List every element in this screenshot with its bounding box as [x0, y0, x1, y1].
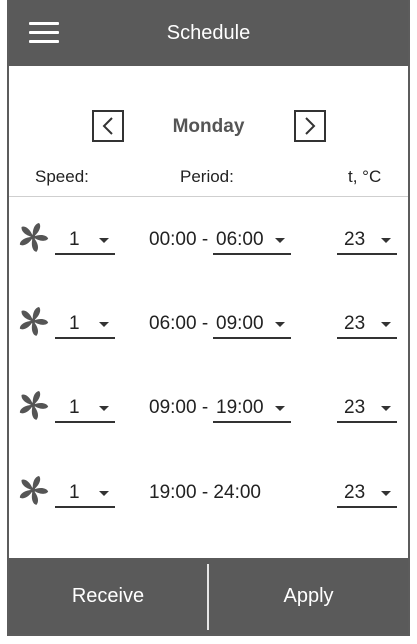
caret-down-icon — [99, 491, 109, 496]
temp-value: 23 — [344, 482, 366, 503]
temp-dropdown[interactable]: 23 — [337, 303, 397, 339]
temp-dropdown[interactable]: 23 — [337, 387, 397, 423]
period-end-value: 19:00 — [216, 397, 264, 418]
period-end-dropdown[interactable]: 09:00 — [213, 303, 291, 339]
speed-dropdown[interactable]: 1 — [55, 219, 115, 255]
period-range: 19:00 - 24:00 — [149, 482, 261, 503]
temp-dropdown[interactable]: 23 — [337, 472, 397, 508]
caret-down-icon — [275, 238, 285, 243]
temp-value: 23 — [344, 229, 366, 250]
day-label: Monday — [172, 116, 245, 137]
caret-down-icon — [381, 322, 391, 327]
speed-dropdown[interactable]: 1 — [55, 387, 115, 423]
caret-down-icon — [99, 406, 109, 411]
schedule-row: 1 00:00 - 06:00 23 — [9, 219, 408, 255]
day-navigator: Monday — [9, 110, 408, 144]
period-end-dropdown[interactable]: 06:00 — [213, 219, 291, 255]
caret-down-icon — [99, 322, 109, 327]
next-day-button[interactable] — [294, 110, 326, 142]
caret-down-icon — [275, 322, 285, 327]
speed-value: 1 — [69, 229, 80, 250]
caret-down-icon — [381, 491, 391, 496]
period-start: 09:00 - — [149, 397, 209, 418]
temp-value: 23 — [344, 397, 366, 418]
app-bar: Schedule — [9, 0, 408, 66]
temp-dropdown[interactable]: 23 — [337, 219, 397, 255]
speed-header: Speed: — [35, 167, 89, 186]
fan-icon — [19, 391, 49, 420]
fan-icon — [19, 223, 49, 252]
fan-icon — [19, 307, 49, 336]
header-divider — [9, 196, 408, 197]
speed-dropdown[interactable]: 1 — [55, 303, 115, 339]
period-end-value: 09:00 — [216, 313, 264, 334]
caret-down-icon — [381, 406, 391, 411]
period-end-dropdown[interactable]: 19:00 — [213, 387, 291, 423]
action-bar: Receive Apply — [9, 558, 408, 634]
speed-value: 1 — [69, 482, 80, 503]
period-start: 00:00 - — [149, 229, 209, 250]
temp-value: 23 — [344, 313, 366, 334]
speed-value: 1 — [69, 313, 80, 334]
period-header: Period: — [180, 167, 234, 186]
app-frame: Schedule Monday Speed: Period: t, °C 1 0… — [7, 0, 410, 636]
caret-down-icon — [381, 238, 391, 243]
caret-down-icon — [99, 238, 109, 243]
schedule-row: 1 19:00 - 24:00 23 — [9, 472, 408, 508]
period-end-value: 06:00 — [216, 229, 264, 250]
speed-dropdown[interactable]: 1 — [55, 472, 115, 508]
speed-value: 1 — [69, 397, 80, 418]
apply-button[interactable]: Apply — [209, 558, 408, 634]
schedule-row: 1 09:00 - 19:00 23 — [9, 387, 408, 423]
chevron-right-icon — [305, 117, 316, 135]
caret-down-icon — [275, 406, 285, 411]
fan-icon — [19, 476, 49, 505]
temp-header: t, °C — [348, 167, 382, 186]
schedule-row: 1 06:00 - 09:00 23 — [9, 303, 408, 339]
period-start: 06:00 - — [149, 313, 209, 334]
receive-button[interactable]: Receive — [9, 558, 207, 634]
page-title: Schedule — [166, 22, 251, 44]
